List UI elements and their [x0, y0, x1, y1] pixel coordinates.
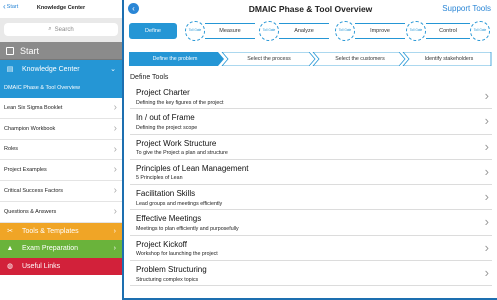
chevron-right-icon: › [113, 122, 117, 134]
sidebar-item-label: Lean Six Sigma Booklet [4, 104, 63, 111]
tool-subtitle: Structuring complex topics [136, 276, 199, 283]
right-header: ‹ DMAIC Phase & Tool Overview Support To… [124, 0, 497, 18]
chevron-right-icon: › [113, 227, 116, 235]
chevron-right-icon: › [484, 88, 489, 103]
section-useful-links[interactable]: ◍ Useful Links [0, 257, 122, 275]
chevron-right-icon: › [484, 113, 489, 129]
sidebar-item-lss-booklet[interactable]: Lean Six Sigma Booklet › [0, 98, 122, 119]
tools-list: Project Charter Defining the key figures… [130, 84, 492, 287]
toll-gate-5[interactable]: Toll Gate [470, 21, 490, 41]
sidebar-item-label: DMAIC Phase & Tool Overview [4, 85, 81, 91]
dmaic-phase-bar: Define Toll Gate Measure Toll Gate Analy… [129, 19, 492, 43]
chevron-right-icon: › [113, 244, 116, 252]
step-identify-stakeholders[interactable]: Identify stakeholders [407, 52, 491, 66]
chevron-right-icon: › [484, 189, 489, 205]
tool-title: In / out of Frame [136, 113, 195, 123]
chevron-down-icon: ⌄ [110, 66, 116, 73]
chevron-right-icon: › [113, 185, 117, 197]
page-title: DMAIC Phase & Tool Overview [248, 4, 373, 14]
toll-gate-2[interactable]: Toll Gate [259, 21, 279, 41]
useful-links-label: Useful Links [22, 262, 61, 270]
search-bar: ⌕ Search [0, 18, 122, 42]
phase-measure[interactable]: Measure [205, 23, 255, 39]
tool-subtitle: To give the Project a plan and structure [136, 150, 228, 157]
chevron-right-icon: › [484, 163, 489, 179]
section-title: Define Tools [130, 74, 169, 81]
search-icon: ⌕ [48, 26, 52, 32]
phase-analyze[interactable]: Analyze [279, 23, 329, 39]
section-exam-preparation[interactable]: ▲ Exam Preparation › [0, 239, 122, 258]
chevron-right-icon: › [484, 138, 489, 154]
chevron-right-icon: › [113, 205, 117, 217]
sidebar-item-label: Project Examples [4, 167, 47, 174]
section-knowledge-center[interactable]: ▤ Knowledge Center ⌄ [0, 60, 122, 78]
chevron-right-icon: › [484, 239, 489, 255]
phase-control[interactable]: Control [426, 23, 470, 39]
sidebar-item-questions-answers[interactable]: Questions & Answers › [0, 202, 122, 223]
search-placeholder: Search [54, 26, 74, 33]
sidebar-item-roles[interactable]: Roles › [0, 140, 122, 161]
tool-subtitle: Lead groups and meetings efficiently [136, 200, 223, 207]
toll-gate-4[interactable]: Toll Gate [406, 21, 426, 41]
sidebar-item-label: Roles [4, 146, 19, 153]
chevron-right-icon: › [113, 102, 117, 113]
toll-gate-3[interactable]: Toll Gate [335, 21, 355, 41]
tool-title: Facilitation Skills [136, 189, 196, 199]
tool-row-project-work-structure[interactable]: Project Work Structure To give the Proje… [130, 135, 492, 160]
left-title: Knowledge Center [36, 5, 86, 11]
sidebar-item-champion-workbook[interactable]: Champion Workbook › [0, 119, 122, 140]
tool-title: Project Work Structure [136, 138, 217, 148]
support-tools-link[interactable]: Support Tools [442, 4, 491, 13]
search-input[interactable]: ⌕ Search [4, 23, 118, 36]
tool-row-facilitation-skills[interactable]: Facilitation Skills Lead groups and meet… [130, 185, 492, 211]
tool-subtitle: Defining the project scope [136, 124, 198, 131]
start-icon [6, 46, 14, 55]
tool-subtitle: Meetings to plan efficiently and purpose… [136, 225, 239, 232]
start-item[interactable]: Start [0, 42, 122, 60]
globe-icon: ◍ [6, 263, 14, 271]
sidebar-item-label: Questions & Answers [4, 208, 57, 215]
tool-row-effective-meetings[interactable]: Effective Meetings Meetings to plan effi… [130, 210, 492, 236]
define-steps-bar: Define the problem Select the process Se… [129, 52, 492, 66]
tool-subtitle: 5 Principles of Lean [136, 175, 183, 182]
step-define-problem[interactable]: Define the problem [129, 52, 221, 66]
chevron-right-icon: › [484, 265, 489, 281]
sidebar-item-dmaic-overview[interactable]: DMAIC Phase & Tool Overview [0, 78, 122, 98]
tool-title: Principles of Lean Management [136, 163, 249, 173]
tool-title: Problem Structuring [136, 265, 207, 275]
tools-icon: ✂ [7, 228, 13, 236]
right-panel: ‹ DMAIC Phase & Tool Overview Support To… [124, 0, 497, 300]
chevron-right-icon: › [484, 214, 489, 230]
phase-improve[interactable]: Improve [355, 23, 405, 39]
chevron-right-icon: › [113, 143, 117, 155]
tool-row-project-kickoff[interactable]: Project Kickoff Workshop for launching t… [130, 236, 492, 262]
left-header: ‹ Start Knowledge Center [0, 0, 122, 18]
tool-title: Project Charter [136, 88, 190, 97]
tool-subtitle: Defining the key figures of the project [136, 99, 224, 106]
knowledge-center-label: Knowledge Center [22, 65, 80, 73]
sidebar-item-project-examples[interactable]: Project Examples › [0, 160, 122, 182]
step-select-process[interactable]: Select the process [226, 52, 312, 66]
book-icon: ▤ [6, 66, 14, 73]
sidebar-item-label: Champion Workbook [4, 125, 56, 132]
tool-title: Project Kickoff [136, 239, 187, 249]
sidebar-item-critical-success-factors[interactable]: Critical Success Factors › [0, 181, 122, 202]
tool-row-problem-structuring[interactable]: Problem Structuring Structuring complex … [130, 261, 492, 287]
step-select-customers[interactable]: Select the customers [317, 52, 403, 66]
tool-title: Effective Meetings [136, 214, 202, 224]
left-panel: ‹ Start Knowledge Center ⌕ Search Start … [0, 0, 122, 300]
exam-preparation-label: Exam Preparation [22, 245, 79, 253]
tool-row-project-charter[interactable]: Project Charter Defining the key figures… [130, 84, 492, 110]
toll-gate-1[interactable]: Toll Gate [185, 21, 205, 41]
chevron-right-icon: › [113, 164, 117, 176]
start-label: Start [20, 45, 40, 56]
tools-templates-label: Tools & Templates [22, 227, 79, 235]
sidebar-item-label: Critical Success Factors [4, 188, 63, 195]
section-tools-templates[interactable]: ✂ Tools & Templates › [0, 222, 122, 240]
tool-subtitle: Workshop for launching the project [136, 251, 218, 258]
tool-row-lean-principles[interactable]: Principles of Lean Management 5 Principl… [130, 160, 492, 186]
tool-row-in-out-frame[interactable]: In / out of Frame Defining the project s… [130, 109, 492, 135]
phase-define[interactable]: Define [129, 23, 177, 39]
graduation-cap-icon: ▲ [6, 245, 14, 253]
